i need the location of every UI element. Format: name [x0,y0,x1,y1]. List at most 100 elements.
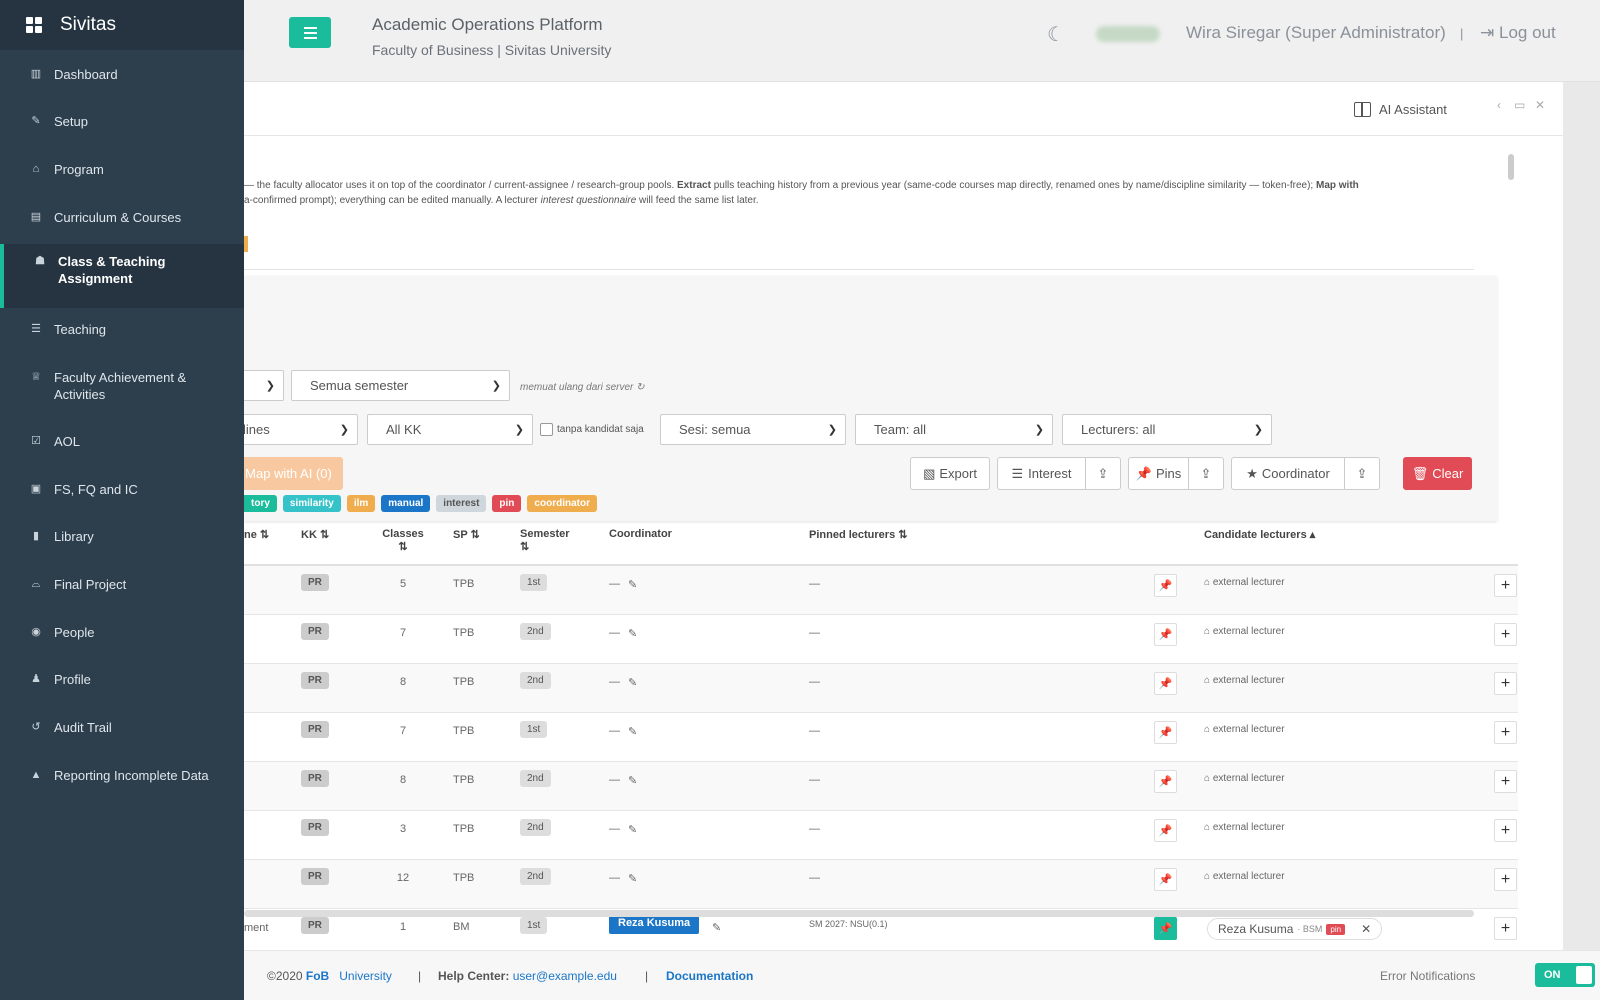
sidebar-item-library[interactable]: ▮ Library [0,528,244,545]
classes-count: 7 [399,627,407,639]
add-candidate-button[interactable]: + [1494,819,1517,842]
add-candidate-button[interactable]: + [1494,721,1517,744]
edit-coordinator-pencil-icon[interactable]: ✎ [628,725,637,738]
lecturers-select[interactable]: Lecturers: all ❯ [1062,414,1272,445]
pins-upload-button[interactable]: ⇪ [1188,457,1224,490]
coordinator-upload-button[interactable]: ⇪ [1344,457,1380,490]
vertical-scrollbar[interactable] [1508,154,1514,180]
coordinator-button[interactable]: ★ Coordinator [1231,457,1345,490]
sidebar-item-final-project[interactable]: ⌓ Final Project [0,576,244,593]
upload-icon: ⇪ [1097,465,1109,481]
pins-button[interactable]: 📌 Pins [1128,457,1189,490]
edit-coordinator-pencil-icon[interactable]: ✎ [712,921,721,934]
pin-toggle-button[interactable]: 📌 [1154,770,1177,793]
col-classes-header[interactable]: Classes ⇅ [381,528,425,553]
documentation-link[interactable]: Documentation [666,969,753,983]
pin-toggle-button[interactable]: 📌 [1154,868,1177,891]
sidebar-item-teaching[interactable]: ☰ Teaching [0,321,244,338]
pin-toggle-button[interactable]: 📌 [1154,623,1177,646]
menu-toggle-button[interactable] [289,17,331,48]
close-icon[interactable]: ✕ [1535,98,1545,112]
horizontal-scrollbar[interactable] [244,910,1474,917]
list-icon: ☰ [31,323,41,335]
candidate-pill[interactable]: Reza Kusuma · BSM pin ✕ [1207,918,1383,940]
edit-coordinator-pencil-icon[interactable]: ✎ [628,823,637,836]
disciplines-select[interactable]: lines ❯ [244,414,358,445]
col-semester-label: Semester [520,528,570,540]
pin-toggle-button[interactable]: 📌 [1154,672,1177,695]
kk-select[interactable]: All KK ❯ [367,414,533,445]
checkbox[interactable] [540,423,553,436]
col-pinned-header[interactable]: Pinned lecturers ⇅ [809,528,907,541]
ai-assistant-button[interactable]: AI Assistant [1354,102,1447,117]
map-with-ai-label: Map with AI (0) [245,466,332,481]
sidebar-item-curriculum-courses[interactable]: ▤ Curriculum & Courses [0,209,244,226]
user-icon: ♟ [31,673,41,685]
sidebar-item-people[interactable]: ◉ People [0,624,244,641]
fob-link[interactable]: FoB [306,969,329,983]
add-candidate-button[interactable]: + [1494,868,1517,891]
col-candidates-header[interactable]: Candidate lecturers ▴ [1204,528,1315,541]
pin-toggle-button[interactable]: 📌 [1154,574,1177,597]
map-with-ai-button[interactable]: Map with AI (0) [244,457,343,490]
maximize-icon[interactable]: ▭ [1514,98,1525,112]
logout-link[interactable]: ⇥ Log out [1480,23,1556,43]
coordinator-empty: — [609,774,620,786]
interest-button[interactable]: ☰ Interest [997,457,1086,490]
col-sp-header[interactable]: SP ⇅ [453,528,480,541]
add-candidate-button[interactable]: + [1494,574,1517,597]
error-notifications-toggle[interactable]: ON [1535,963,1595,987]
no-candidate-checkbox[interactable]: tanpa kandidat saja [540,423,644,436]
edit-coordinator-pencil-icon[interactable]: ✎ [628,578,637,591]
pin-toggle-button[interactable]: 📌 [1154,721,1177,744]
dark-mode-moon-icon[interactable]: ☾ [1047,22,1065,47]
export-button[interactable]: ▧ Export [910,457,990,490]
add-candidate-button[interactable]: + [1494,672,1517,695]
graduation-cap-icon: ⌓ [31,578,41,590]
id-card-icon: ▣ [30,483,42,495]
col-candidates-label: Candidate lecturers [1204,529,1307,541]
semester-select[interactable]: Semua semester ❯ [291,370,510,401]
pin-toggle-button[interactable]: 📌 [1154,917,1177,940]
sidebar-item-aol[interactable]: ☑ AOL [0,433,244,450]
sp-value: TPB [453,774,475,786]
pin-toggle-button[interactable]: 📌 [1154,819,1177,842]
brand[interactable]: Sivitas [0,0,244,50]
reload-note[interactable]: memuat ulang dari server ↻ [520,382,645,393]
add-candidate-button[interactable]: + [1494,623,1517,646]
semester-badge: 1st [520,721,548,738]
sidebar-item-reporting-incomplete-data[interactable]: ▲ Reporting Incomplete Data [0,767,244,784]
edit-coordinator-pencil-icon[interactable]: ✎ [628,872,637,885]
pin-icon: 📌 [1158,874,1173,886]
program-select[interactable]: ❯ [244,370,284,401]
sidebar-item-setup[interactable]: ✎ Setup [0,113,244,130]
sidebar-item-profile[interactable]: ♟ Profile [0,671,244,688]
upload-icon: ⇪ [1200,465,1212,481]
interest-upload-button[interactable]: ⇪ [1085,457,1121,490]
sidebar-item-dashboard[interactable]: ▥ Dashboard [0,66,244,83]
edit-coordinator-pencil-icon[interactable]: ✎ [628,676,637,689]
sidebar-item-label: Audit Trail [54,720,112,735]
edit-coordinator-pencil-icon[interactable]: ✎ [628,774,637,787]
sidebar-item-audit-trail[interactable]: ↺ Audit Trail [0,719,244,736]
col-name-header[interactable]: ne ⇅ [244,528,269,541]
col-semester-header[interactable]: Semester ⇅ [520,528,570,553]
clear-button[interactable]: 🗑 Clear [1403,457,1472,490]
remove-candidate-icon[interactable]: ✕ [1361,922,1371,936]
add-candidate-button[interactable]: + [1494,770,1517,793]
chevron-left-icon[interactable]: ‹ [1497,98,1501,112]
col-kk-header[interactable]: KK ⇅ [301,528,329,541]
sidebar-item-program[interactable]: ⌂ Program [0,161,244,178]
sidebar-item-label: People [54,625,95,640]
pin-icon: 📌 [1135,465,1152,481]
pinned-lecturers: — [809,823,820,835]
sidebar-item-class-teaching-assignment[interactable]: ☗ Class & Teaching Assignment [0,244,244,308]
add-candidate-button[interactable]: + [1494,917,1517,940]
sidebar-item-fs-fq-and-ic[interactable]: ▣ FS, FQ and IC [0,481,244,498]
edit-coordinator-pencil-icon[interactable]: ✎ [628,627,637,640]
team-select[interactable]: Team: all ❯ [855,414,1053,445]
sidebar-item-faculty-achievement-activities[interactable]: ♕ Faculty Achievement & Activities [0,369,244,403]
university-link[interactable]: University [339,969,392,983]
session-select[interactable]: Sesi: semua ❯ [660,414,846,445]
help-email-link[interactable]: user@example.edu [513,969,617,983]
